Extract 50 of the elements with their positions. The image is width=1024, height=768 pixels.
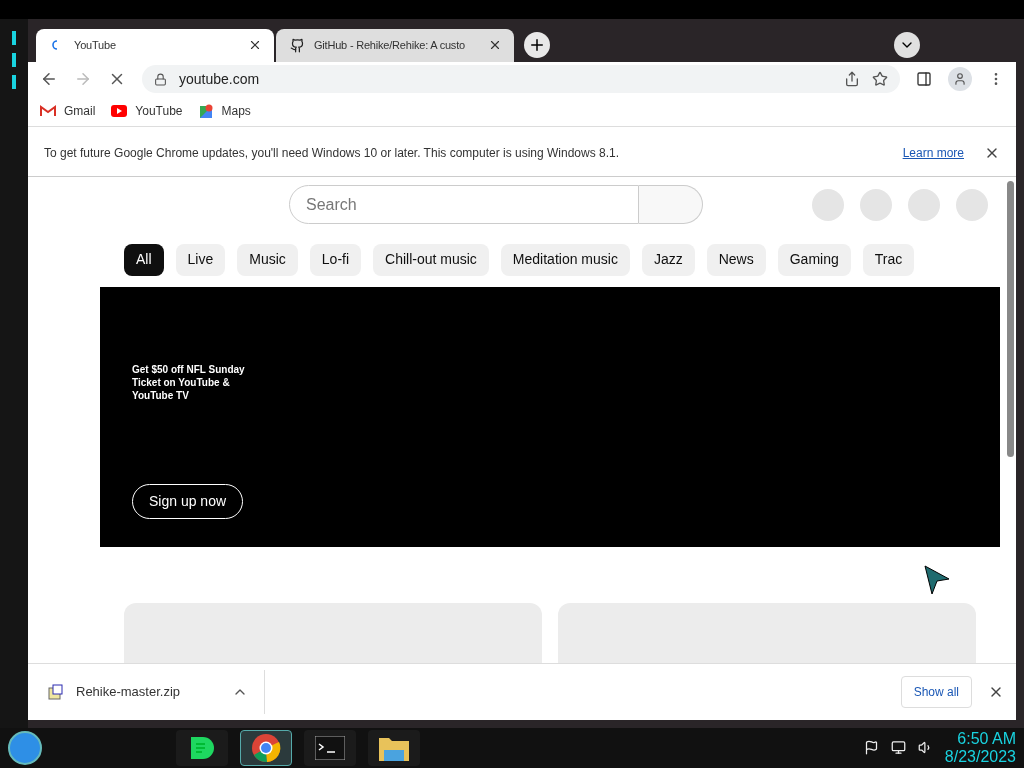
mouse-cursor-icon: [924, 564, 950, 595]
tab-search-button[interactable]: [894, 32, 920, 59]
side-panel-icon[interactable]: [916, 71, 932, 88]
filter-chip[interactable]: News: [706, 243, 766, 276]
zip-file-icon: [48, 683, 64, 700]
terminal-icon[interactable]: [315, 735, 345, 760]
play-icon: [111, 105, 128, 118]
clock-date: 8/23/2023: [944, 747, 1016, 766]
search-field[interactable]: Search: [289, 185, 639, 225]
browser-tab[interactable]: YouTube: [36, 28, 274, 62]
ad-headline: Get $50 off NFL Sunday Ticket on YouTube & YouTube TV: [132, 362, 246, 402]
browser-tab[interactable]: GitHub - Rehike/Rehike: A custo: [276, 28, 514, 62]
filter-chip[interactable]: Meditation music: [500, 243, 630, 276]
person-icon: [953, 72, 967, 87]
github-icon: [289, 37, 305, 53]
download-filename[interactable]: Rehike-master.zip: [76, 682, 220, 702]
share-icon[interactable]: [844, 71, 860, 88]
filter-chip[interactable]: All: [124, 243, 164, 276]
profile-button[interactable]: [948, 67, 972, 92]
network-icon[interactable]: [890, 740, 906, 756]
address-bar[interactable]: youtube.com: [142, 65, 900, 94]
new-tab-button[interactable]: [524, 32, 550, 59]
tab-title: YouTube: [74, 38, 117, 53]
clock[interactable]: 6:50 AM 8/23/2023: [944, 729, 1016, 766]
start-button[interactable]: [8, 730, 42, 765]
taskbar-app[interactable]: [176, 729, 228, 766]
update-warning-text: To get future Google Chrome updates, you'll need Windows 10 or later. This computer is using Windows 8.1.: [44, 145, 621, 163]
bookmark-item[interactable]: Maps: [198, 102, 251, 121]
filter-chip[interactable]: Trac: [862, 243, 915, 276]
filter-chip[interactable]: Jazz: [641, 243, 695, 276]
taskbar-app[interactable]: [240, 729, 292, 766]
learn-more-link[interactable]: Learn more: [902, 144, 964, 163]
taskbar-app[interactable]: [368, 729, 420, 766]
filter-chip[interactable]: Lo-fi: [309, 243, 362, 276]
lock-icon: [154, 72, 167, 86]
bookmark-item[interactable]: YouTube: [111, 102, 183, 121]
show-all-button[interactable]: Show all: [900, 675, 972, 708]
clock-time: 6:50 AM: [957, 729, 1016, 748]
map-pin-icon: [198, 103, 214, 119]
filter-chip[interactable]: Live: [175, 243, 226, 276]
bookmark-star-icon[interactable]: [872, 71, 888, 88]
flag-icon[interactable]: [863, 740, 879, 756]
url-text: youtube.com: [179, 69, 261, 89]
bookmark-item[interactable]: Gmail: [40, 102, 96, 121]
mail-icon: [40, 105, 56, 118]
filter-chip[interactable]: Gaming: [777, 243, 851, 276]
chrome-icon[interactable]: [251, 732, 281, 763]
filter-chip[interactable]: Chill-out music: [373, 243, 489, 276]
tab-title: GitHub - Rehike/Rehike: A custo: [314, 38, 466, 53]
filter-chip[interactable]: Music: [237, 243, 298, 276]
